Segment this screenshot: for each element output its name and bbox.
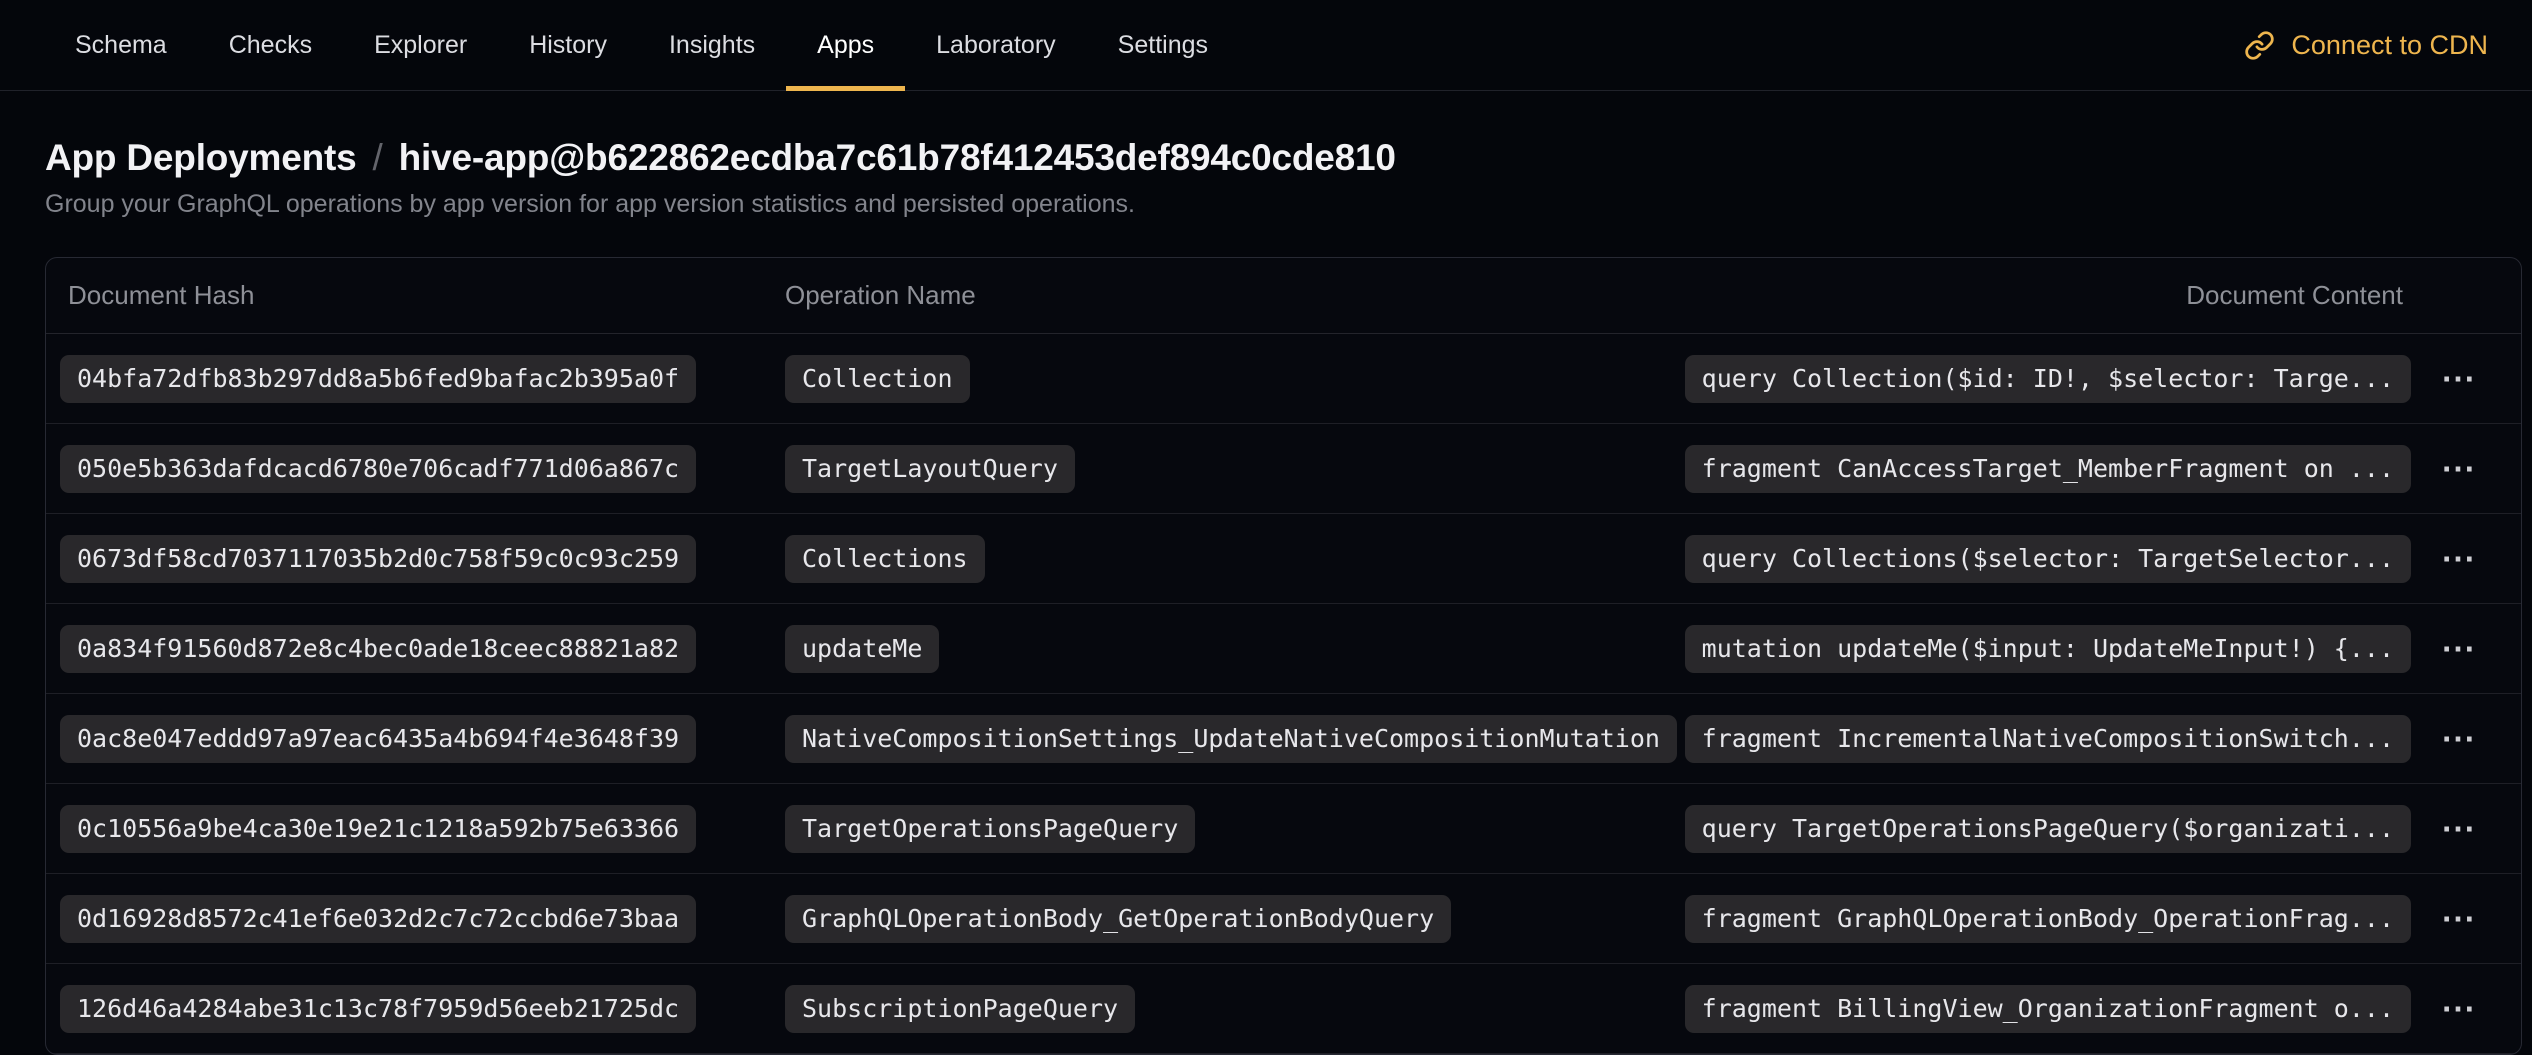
document-content-cell: query Collection($id: ID!, $selector: Ta… [1685, 355, 2411, 403]
operation-name-value: TargetLayoutQuery [785, 445, 1075, 493]
document-content-cell: fragment BillingView_OrganizationFragmen… [1685, 985, 2411, 1033]
document-content-value: query TargetOperationsPageQuery($organiz… [1685, 805, 2411, 853]
nav-tab[interactable]: Explorer [343, 0, 498, 90]
ellipsis-icon: ⋯ [2441, 989, 2477, 1029]
row-menu-button[interactable]: ⋯ [2411, 629, 2507, 669]
operation-name-cell: Collection [785, 355, 1685, 403]
row-menu-button[interactable]: ⋯ [2411, 989, 2507, 1029]
row-menu-button[interactable]: ⋯ [2411, 719, 2507, 759]
connect-to-cdn-label: Connect to CDN [2291, 30, 2488, 61]
document-content-value: mutation updateMe($input: UpdateMeInput!… [1685, 625, 2411, 673]
document-hash-cell: 126d46a4284abe31c13c78f7959d56eeb21725dc [60, 985, 785, 1033]
deployed-operations-table: Document Hash Operation Name Document Co… [45, 257, 2522, 1055]
ellipsis-icon: ⋯ [2441, 359, 2477, 399]
table-row: 0c10556a9be4ca30e19e21c1218a592b75e63366… [46, 784, 2521, 874]
document-content-cell: fragment IncrementalNativeCompositionSwi… [1685, 715, 2411, 763]
nav-tab[interactable]: Schema [44, 0, 198, 90]
operation-name-cell: TargetLayoutQuery [785, 445, 1685, 493]
document-hash-cell: 0673df58cd7037117035b2d0c758f59c0c93c259 [60, 535, 785, 583]
document-hash-value: 0ac8e047eddd97a97eac6435a4b694f4e3648f39 [60, 715, 696, 763]
operation-name-cell: NativeCompositionSettings_UpdateNativeCo… [785, 715, 1685, 763]
row-menu-button[interactable]: ⋯ [2411, 359, 2507, 399]
nav-tab[interactable]: Laboratory [905, 0, 1087, 90]
document-hash-value: 0d16928d8572c41ef6e032d2c7c72ccbd6e73baa [60, 895, 696, 943]
document-content-cell: fragment GraphQLOperationBody_OperationF… [1685, 895, 2411, 943]
column-header-document-hash: Document Hash [68, 280, 785, 311]
table-row: 050e5b363dafdcacd6780e706cadf771d06a867c… [46, 424, 2521, 514]
document-content-cell: fragment CanAccessTarget_MemberFragment … [1685, 445, 2411, 493]
document-content-cell: query TargetOperationsPageQuery($organiz… [1685, 805, 2411, 853]
operation-name-cell: updateMe [785, 625, 1685, 673]
operation-name-cell: TargetOperationsPageQuery [785, 805, 1685, 853]
document-hash-cell: 0ac8e047eddd97a97eac6435a4b694f4e3648f39 [60, 715, 785, 763]
ellipsis-icon: ⋯ [2441, 539, 2477, 579]
document-content-cell: query Collections($selector: TargetSelec… [1685, 535, 2411, 583]
table-row: 0a834f91560d872e8c4bec0ade18ceec88821a82… [46, 604, 2521, 694]
column-header-operation-name: Operation Name [785, 280, 2186, 311]
ellipsis-icon: ⋯ [2441, 449, 2477, 489]
document-hash-value: 0c10556a9be4ca30e19e21c1218a592b75e63366 [60, 805, 696, 853]
connect-to-cdn-button[interactable]: Connect to CDN [2244, 0, 2488, 90]
ellipsis-icon: ⋯ [2441, 899, 2477, 939]
operation-name-cell: SubscriptionPageQuery [785, 985, 1685, 1033]
document-hash-value: 04bfa72dfb83b297dd8a5b6fed9bafac2b395a0f [60, 355, 696, 403]
operation-name-value: Collection [785, 355, 970, 403]
column-header-document-content: Document Content [2186, 280, 2403, 311]
operation-name-cell: Collections [785, 535, 1685, 583]
nav-tab[interactable]: History [498, 0, 638, 90]
ellipsis-icon: ⋯ [2441, 809, 2477, 849]
nav-tab[interactable]: Insights [638, 0, 786, 90]
page-subtitle: Group your GraphQL operations by app ver… [45, 190, 2522, 219]
link-icon [2244, 30, 2275, 61]
operation-name-value: TargetOperationsPageQuery [785, 805, 1195, 853]
document-hash-cell: 0a834f91560d872e8c4bec0ade18ceec88821a82 [60, 625, 785, 673]
document-hash-value: 0a834f91560d872e8c4bec0ade18ceec88821a82 [60, 625, 696, 673]
document-content-value: fragment CanAccessTarget_MemberFragment … [1685, 445, 2411, 493]
nav-tab[interactable]: Checks [198, 0, 343, 90]
breadcrumb: App Deployments / hive-app@b622862ecdba7… [45, 137, 2522, 179]
document-hash-cell: 0d16928d8572c41ef6e032d2c7c72ccbd6e73baa [60, 895, 785, 943]
document-hash-cell: 04bfa72dfb83b297dd8a5b6fed9bafac2b395a0f [60, 355, 785, 403]
top-navigation: SchemaChecksExplorerHistoryInsightsAppsL… [0, 0, 2532, 91]
table-row: 126d46a4284abe31c13c78f7959d56eeb21725dc… [46, 964, 2521, 1054]
document-content-cell: mutation updateMe($input: UpdateMeInput!… [1685, 625, 2411, 673]
operation-name-value: SubscriptionPageQuery [785, 985, 1135, 1033]
ellipsis-icon: ⋯ [2441, 719, 2477, 759]
table-header-row: Document Hash Operation Name Document Co… [46, 258, 2521, 334]
ellipsis-icon: ⋯ [2441, 629, 2477, 669]
breadcrumb-current-app: hive-app@b622862ecdba7c61b78f412453def89… [399, 137, 1396, 179]
table-row: 0ac8e047eddd97a97eac6435a4b694f4e3648f39… [46, 694, 2521, 784]
app-deployment-page: App Deployments / hive-app@b622862ecdba7… [0, 137, 2532, 1055]
document-hash-value: 126d46a4284abe31c13c78f7959d56eeb21725dc [60, 985, 696, 1033]
row-menu-button[interactable]: ⋯ [2411, 899, 2507, 939]
operation-name-value: Collections [785, 535, 985, 583]
row-menu-button[interactable]: ⋯ [2411, 809, 2507, 849]
nav-tab[interactable]: Apps [786, 0, 905, 90]
table-row: 0673df58cd7037117035b2d0c758f59c0c93c259… [46, 514, 2521, 604]
row-menu-button[interactable]: ⋯ [2411, 449, 2507, 489]
table-row: 04bfa72dfb83b297dd8a5b6fed9bafac2b395a0f… [46, 334, 2521, 424]
row-menu-button[interactable]: ⋯ [2411, 539, 2507, 579]
operation-name-cell: GraphQLOperationBody_GetOperationBodyQue… [785, 895, 1685, 943]
document-hash-cell: 050e5b363dafdcacd6780e706cadf771d06a867c [60, 445, 785, 493]
document-content-value: query Collections($selector: TargetSelec… [1685, 535, 2411, 583]
operation-name-value: updateMe [785, 625, 939, 673]
document-content-value: fragment GraphQLOperationBody_OperationF… [1685, 895, 2411, 943]
nav-tab[interactable]: Settings [1087, 0, 1239, 90]
operation-name-value: NativeCompositionSettings_UpdateNativeCo… [785, 715, 1677, 763]
breadcrumb-separator: / [373, 137, 383, 179]
operation-name-value: GraphQLOperationBody_GetOperationBodyQue… [785, 895, 1451, 943]
document-content-value: fragment IncrementalNativeCompositionSwi… [1685, 715, 2411, 763]
document-content-value: fragment BillingView_OrganizationFragmen… [1685, 985, 2411, 1033]
breadcrumb-root[interactable]: App Deployments [45, 137, 357, 179]
document-hash-value: 050e5b363dafdcacd6780e706cadf771d06a867c [60, 445, 696, 493]
document-hash-value: 0673df58cd7037117035b2d0c758f59c0c93c259 [60, 535, 696, 583]
table-row: 0d16928d8572c41ef6e032d2c7c72ccbd6e73baa… [46, 874, 2521, 964]
document-hash-cell: 0c10556a9be4ca30e19e21c1218a592b75e63366 [60, 805, 785, 853]
document-content-value: query Collection($id: ID!, $selector: Ta… [1685, 355, 2411, 403]
